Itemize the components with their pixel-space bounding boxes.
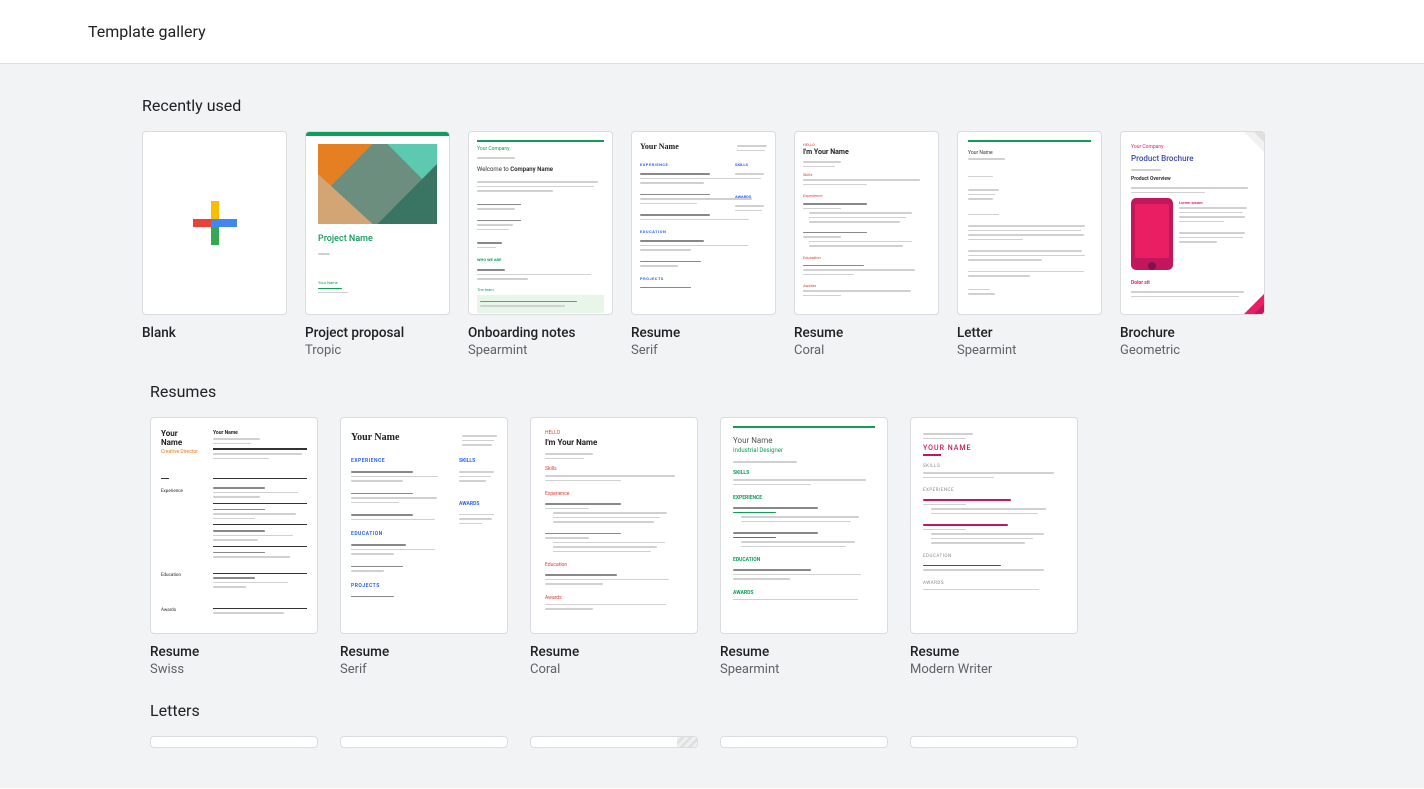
template-subtitle: Geometric: [1120, 343, 1265, 358]
template-thumb: Your Name EXPERIENCE: [631, 131, 776, 315]
template-card-onboarding-notes-spearmint[interactable]: Your Company Welcome to Company Name: [468, 131, 613, 358]
template-thumb: YourName Creative Director Your Name: [150, 417, 318, 634]
template-thumb: Your Name: [957, 131, 1102, 315]
template-subtitle: Coral: [794, 343, 939, 358]
template-subtitle: Spearmint: [957, 343, 1102, 358]
template-card-letter-spearmint[interactable]: Your Name: [957, 131, 1102, 358]
template-title: Resume: [794, 325, 939, 341]
template-card-letter-4[interactable]: [720, 736, 888, 748]
template-thumb: Your Company Welcome to Company Name: [468, 131, 613, 315]
page-title: Template gallery: [88, 22, 206, 41]
section-resumes: Resumes YourName Creative Director Your …: [0, 382, 1424, 677]
header: Template gallery: [0, 0, 1424, 64]
template-thumb: Your Company Product Brochure Product Ov…: [1120, 131, 1265, 315]
template-title: Brochure: [1120, 325, 1265, 341]
template-subtitle: Spearmint: [720, 662, 888, 677]
template-subtitle: Tropic: [305, 343, 450, 358]
template-card-letter-2[interactable]: [340, 736, 508, 748]
template-title: Resume: [910, 644, 1078, 660]
section-title: Letters: [150, 701, 1282, 720]
template-title: Resume: [631, 325, 776, 341]
template-card-resume-serif-wide[interactable]: Your Name EXPERIENCE: [340, 417, 508, 677]
template-title: Letter: [957, 325, 1102, 341]
template-title: Resume: [530, 644, 698, 660]
template-title: Resume: [340, 644, 508, 660]
template-title: Resume: [720, 644, 888, 660]
template-row: Blank Project Name: [142, 131, 1282, 358]
template-card-resume-swiss[interactable]: YourName Creative Director Your Name: [150, 417, 318, 677]
template-card-resume-spearmint-wide[interactable]: Your Name Industrial Designer SKILLS EXP…: [720, 417, 888, 677]
template-card-letter-1[interactable]: [150, 736, 318, 748]
template-card-project-proposal-tropic[interactable]: Project Name Your Name Project proposal …: [305, 131, 450, 358]
template-title: Onboarding notes: [468, 325, 613, 341]
template-card-blank[interactable]: Blank: [142, 131, 287, 358]
template-title: Project proposal: [305, 325, 450, 341]
template-card-brochure-geometric[interactable]: Your Company Product Brochure Product Ov…: [1120, 131, 1265, 358]
section-title: Recently used: [142, 96, 1282, 115]
template-card-letter-5[interactable]: [910, 736, 1078, 748]
plus-icon: [193, 201, 237, 245]
template-thumb: [142, 131, 287, 315]
template-thumb: YOUR NAME SKILLS EXPERIENCE: [910, 417, 1078, 634]
template-thumb: HELLO I'm Your Name Skills Experience: [794, 131, 939, 315]
template-card-resume-modern-writer-wide[interactable]: YOUR NAME SKILLS EXPERIENCE: [910, 417, 1078, 677]
template-subtitle: Modern Writer: [910, 662, 1078, 677]
template-subtitle: Serif: [631, 343, 776, 358]
template-thumb: [530, 736, 698, 748]
template-subtitle: Serif: [340, 662, 508, 677]
template-card-resume-coral[interactable]: HELLO I'm Your Name Skills Experience: [794, 131, 939, 358]
section-recently-used: Recently used Blank: [0, 96, 1424, 358]
template-card-letter-3[interactable]: [530, 736, 698, 748]
template-row: [150, 736, 1282, 748]
template-card-resume-coral-wide[interactable]: HELLO I'm Your Name Skills Experience: [530, 417, 698, 677]
section-title: Resumes: [150, 382, 1282, 401]
template-thumb: Your Name Industrial Designer SKILLS EXP…: [720, 417, 888, 634]
template-subtitle: Spearmint: [468, 343, 613, 358]
template-card-resume-serif[interactable]: Your Name EXPERIENCE: [631, 131, 776, 358]
template-title: Resume: [150, 644, 318, 660]
template-thumb: [150, 736, 318, 748]
template-thumb: [720, 736, 888, 748]
template-subtitle: Swiss: [150, 662, 318, 677]
template-thumb: Your Name EXPERIENCE: [340, 417, 508, 634]
content-area: Recently used Blank: [0, 64, 1424, 788]
template-thumb: Project Name Your Name: [305, 131, 450, 315]
template-thumb: [340, 736, 508, 748]
template-thumb: HELLO I'm Your Name Skills Experience: [530, 417, 698, 634]
template-thumb: [910, 736, 1078, 748]
template-title: Blank: [142, 325, 287, 341]
template-row: YourName Creative Director Your Name: [150, 417, 1282, 677]
section-letters: Letters: [0, 701, 1424, 748]
template-subtitle: Coral: [530, 662, 698, 677]
